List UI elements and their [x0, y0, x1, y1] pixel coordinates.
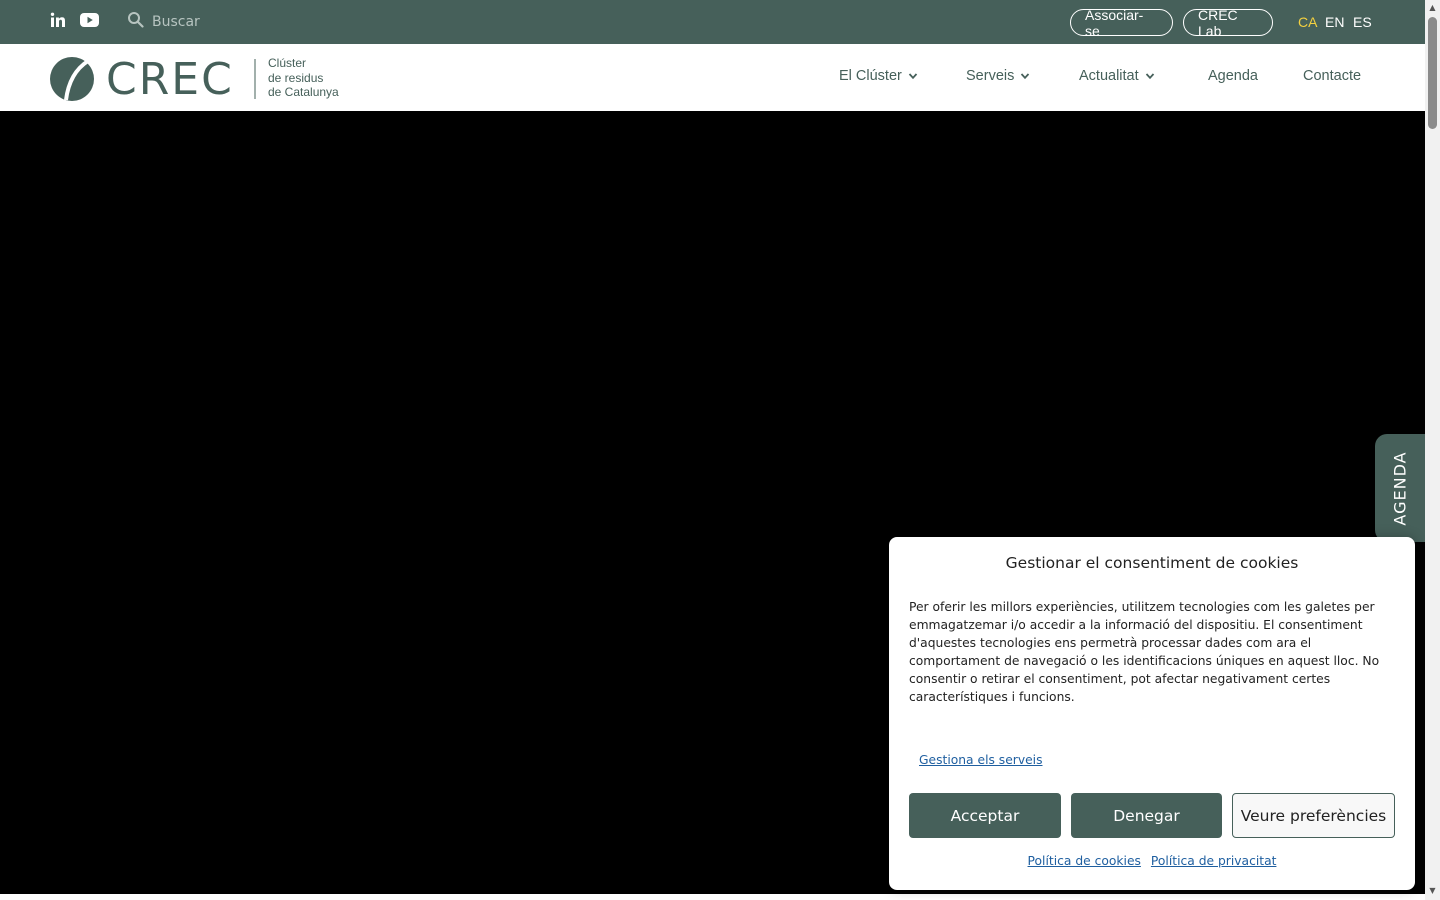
logo-tagline-line: de Catalunya [268, 85, 339, 99]
cookie-body: Per oferir les millors experiències, uti… [909, 600, 1380, 704]
youtube-icon[interactable] [80, 13, 99, 27]
nav-el-cluster[interactable]: El Clúster [839, 68, 918, 84]
cookie-policy-link[interactable]: Política de cookies [1028, 854, 1141, 868]
social-links [50, 12, 99, 28]
cookie-policy-links: Política de cookies Política de privacit… [889, 854, 1415, 868]
cookie-title: Gestionar el consentiment de cookies [1005, 554, 1299, 572]
logo-wordmark: CREC [106, 56, 234, 102]
logo-tagline: Clúster de residus de Catalunya [268, 56, 339, 100]
manage-services-link[interactable]: Gestiona els serveis [919, 753, 1043, 767]
page-scrollbar[interactable] [1425, 0, 1440, 900]
nav-label: Actualitat [1079, 68, 1139, 84]
search-input[interactable] [152, 13, 332, 30]
agenda-side-tab[interactable]: AGENDA [1375, 434, 1425, 542]
nav-label: Serveis [966, 68, 1015, 84]
accept-button[interactable]: Acceptar [909, 793, 1061, 838]
nav-label: Contacte [1303, 68, 1362, 84]
deny-button[interactable]: Denegar [1071, 793, 1222, 838]
linkedin-icon[interactable] [50, 12, 66, 28]
lang-es[interactable]: ES [1353, 14, 1372, 30]
associar-button[interactable]: Associar-se [1070, 7, 1173, 39]
search-icon[interactable] [127, 11, 144, 32]
nav-label: Agenda [1208, 68, 1258, 84]
search-box [127, 11, 332, 32]
preferences-button[interactable]: Veure preferències [1232, 793, 1395, 838]
scroll-up-icon[interactable]: ▲ [1428, 3, 1437, 12]
chevron-down-icon [908, 73, 918, 80]
top-bar: Associar-se CREC Lab CA EN ES [0, 0, 1425, 44]
logo-tagline-line: de residus [268, 70, 324, 85]
scroll-down-icon[interactable]: ▼ [1428, 886, 1437, 895]
lang-ca[interactable]: CA [1298, 14, 1317, 30]
nav-contacte[interactable]: Contacte [1303, 68, 1361, 84]
agenda-tab-label: AGENDA [1390, 450, 1410, 526]
logo-tagline-line: Clúster [268, 56, 307, 70]
scrollbar-thumb[interactable] [1428, 17, 1437, 129]
lang-en[interactable]: EN [1325, 14, 1344, 30]
chevron-down-icon [1145, 73, 1154, 80]
cookie-consent-dialog: Gestionar el consentiment de cookies Per… [889, 537, 1415, 890]
nav-label: El Clúster [839, 68, 902, 84]
nav-agenda[interactable]: Agenda [1208, 68, 1258, 84]
privacy-policy-link[interactable]: Política de privacitat [1151, 854, 1277, 868]
crec-lab-button[interactable]: CREC Lab [1183, 7, 1273, 39]
nav-actualitat[interactable]: Actualitat [1079, 68, 1155, 84]
page: Associar-se CREC Lab CA EN ES CREC Clúst… [0, 0, 1440, 900]
chevron-down-icon [1021, 73, 1030, 80]
nav-serveis[interactable]: Serveis [966, 68, 1030, 84]
leaf-logo-icon [50, 57, 94, 101]
